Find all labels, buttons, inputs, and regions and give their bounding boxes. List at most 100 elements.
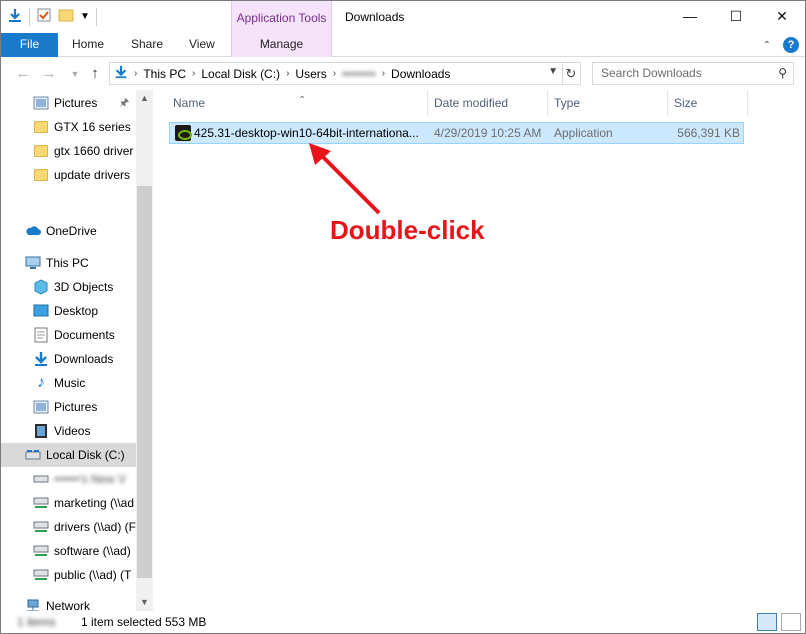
details-view-button[interactable] [757, 613, 777, 631]
column-header-date[interactable]: Date modified [428, 90, 548, 116]
nav-item-pictures[interactable]: Pictures [1, 395, 136, 419]
address-row: ← → ▼ ↑ › This PC › Local Disk (C:) › Us… [1, 58, 805, 90]
tab-manage[interactable]: Manage [231, 33, 332, 57]
nav-label: Local Disk (C:) [46, 448, 125, 462]
application-tools-group: Application Tools [231, 1, 332, 33]
nav-item-documents[interactable]: Documents [1, 323, 136, 347]
drive-icon [25, 447, 41, 463]
nav-item-network[interactable]: Network [1, 595, 136, 611]
address-dropdown-icon[interactable]: ▼ [548, 66, 558, 77]
nav-label: Downloads [54, 352, 114, 366]
nav-label: software (\\ad) [54, 544, 131, 558]
nvidia-app-icon [175, 125, 192, 141]
recent-locations-button[interactable]: ▼ [65, 64, 85, 84]
nav-item-music[interactable]: ♪ Music [1, 371, 136, 395]
nav-item-software-drive[interactable]: software (\\ad) [1, 539, 136, 563]
nav-item-drivers-drive[interactable]: drivers (\\ad) (F [1, 515, 136, 539]
file-date: 4/29/2019 10:25 AM [434, 126, 542, 140]
large-icons-view-button[interactable] [781, 613, 801, 631]
up-button[interactable]: ↑ [85, 64, 105, 84]
film-icon [33, 423, 49, 439]
nav-scrollbar-thumb[interactable] [137, 186, 152, 578]
crumb-downloads[interactable]: Downloads [391, 67, 450, 81]
nav-item-update-drivers[interactable]: update drivers [1, 163, 136, 187]
new-folder-icon[interactable] [58, 7, 74, 26]
nav-item-user-drive[interactable]: ••••••'s New V [1, 467, 136, 491]
nav-label: Documents [54, 328, 115, 342]
nav-label: Pictures [54, 96, 98, 110]
downloads-icon [33, 351, 49, 367]
expand-ribbon-icon[interactable]: ⌃ [763, 40, 771, 51]
crumb-chevron: › [381, 68, 386, 79]
tab-share[interactable]: Share [131, 33, 163, 57]
onedrive-cloud-icon [25, 223, 41, 239]
download-arrow-icon[interactable] [7, 7, 23, 26]
forward-button[interactable]: → [39, 64, 59, 84]
tab-view[interactable]: View [189, 33, 215, 57]
scroll-down-icon[interactable]: ▼ [136, 594, 153, 611]
crumb-users[interactable]: Users [295, 67, 326, 81]
customize-qat-icon[interactable]: ▼ [80, 11, 90, 22]
nav-item-marketing-drive[interactable]: marketing (\\ad [1, 491, 136, 515]
network-icon [25, 598, 41, 611]
close-button[interactable]: ✕ [759, 1, 805, 31]
nav-label: gtx 1660 driver [54, 144, 134, 158]
crumb-this-pc[interactable]: This PC [143, 67, 186, 81]
crumb-chevron: › [332, 68, 337, 79]
pin-icon[interactable]: 🖈 [119, 94, 129, 113]
refresh-button[interactable]: ↻ [562, 62, 581, 85]
downloads-location-icon [114, 65, 128, 82]
nav-item-desktop[interactable]: Desktop [1, 299, 136, 323]
help-icon[interactable]: ? [783, 37, 799, 53]
maximize-button[interactable]: ☐ [713, 1, 759, 31]
crumb-user-folder[interactable]: •••••••• [342, 67, 376, 81]
folder-icon [33, 143, 49, 159]
qat-separator [29, 7, 30, 26]
back-button[interactable]: ← [13, 64, 33, 84]
nav-item-3d-objects[interactable]: 3D Objects [1, 275, 136, 299]
nav-label: OneDrive [46, 224, 97, 238]
drive-icon [33, 471, 49, 487]
sort-ascending-icon: ⌃ [298, 95, 307, 106]
minimize-button[interactable]: — [667, 1, 713, 31]
nav-label: ••••••'s New V [54, 472, 127, 486]
nav-label: This PC [46, 256, 89, 270]
nav-item-pictures-pinned[interactable]: Pictures 🖈 [1, 91, 136, 115]
file-size: 566,391 KB [677, 126, 740, 140]
nav-item-downloads[interactable]: Downloads [1, 347, 136, 371]
nav-label: update drivers [54, 168, 131, 182]
tab-file[interactable]: File [1, 33, 58, 57]
desktop-icon [33, 303, 49, 319]
nav-item-onedrive[interactable]: OneDrive [1, 219, 136, 243]
3d-objects-icon [33, 279, 49, 295]
crumb-local-disk[interactable]: Local Disk (C:) [201, 67, 280, 81]
nav-item-gtx-1660-driver[interactable]: gtx 1660 driver [1, 139, 136, 163]
nav-label: public (\\ad) (T [54, 568, 132, 582]
nav-item-gtx-16-series[interactable]: GTX 16 series [1, 115, 136, 139]
status-selected: 1 item selected [81, 615, 162, 629]
column-header-name[interactable]: Name ⌃ [167, 90, 428, 116]
navigation-pane: Pictures 🖈 GTX 16 series gtx 1660 driver… [1, 90, 153, 611]
search-icon: ⚲ [778, 66, 787, 80]
column-header-type[interactable]: Type [548, 90, 668, 116]
nav-label: marketing (\\ad [54, 496, 135, 510]
network-drive-icon [33, 567, 49, 583]
qat-separator-2 [95, 7, 97, 26]
nav-label: Music [54, 376, 86, 390]
properties-icon[interactable] [36, 7, 52, 26]
network-drive-icon [33, 495, 49, 511]
nav-item-videos[interactable]: Videos [1, 419, 136, 443]
scroll-up-icon[interactable]: ▲ [136, 90, 153, 107]
address-bar[interactable]: › This PC › Local Disk (C:) › Users › ••… [109, 62, 563, 85]
tab-home[interactable]: Home [72, 33, 104, 57]
title-bar: ▼ Application Tools Downloads — ☐ ✕ [1, 1, 805, 33]
file-row[interactable]: 425.31-desktop-win10-64bit-internationa.… [169, 122, 744, 144]
nav-item-this-pc[interactable]: This PC [1, 251, 136, 275]
file-type: Application [554, 126, 613, 140]
nav-item-public-drive[interactable]: public (\\ad) (T [1, 563, 136, 587]
search-input[interactable]: Search Downloads ⚲ [592, 62, 794, 85]
annotation-label: Double-click [330, 215, 485, 245]
crumb-chevron: › [192, 68, 196, 79]
nav-item-local-disk[interactable]: Local Disk (C:) [1, 443, 136, 467]
column-header-size[interactable]: Size [668, 90, 748, 116]
